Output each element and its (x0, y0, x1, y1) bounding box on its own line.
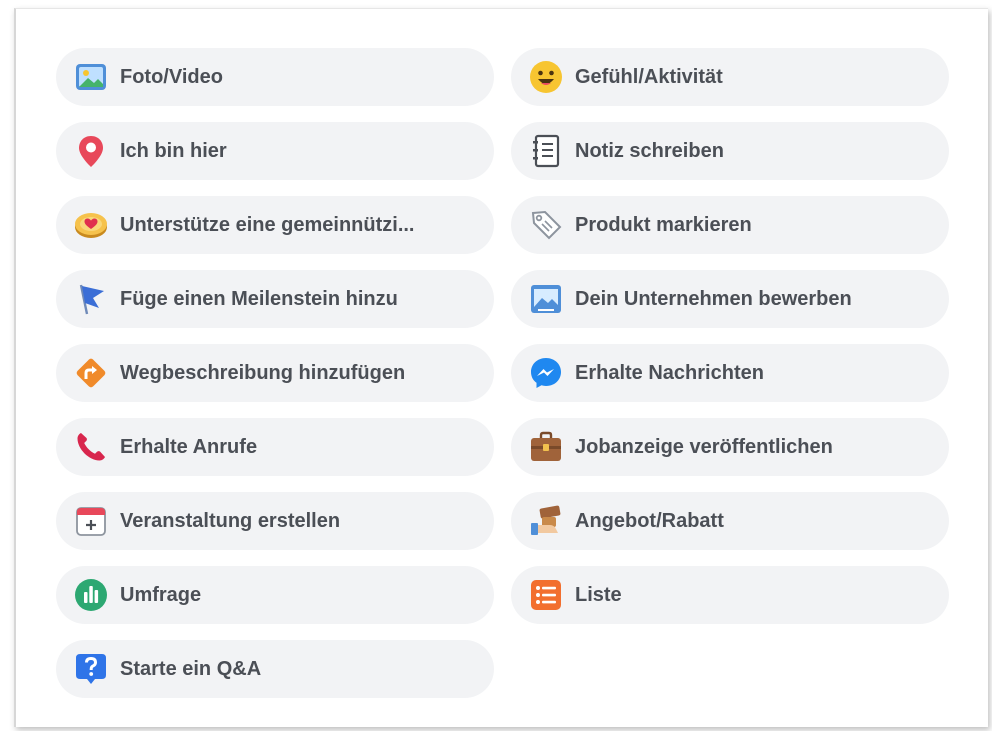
option-label: Unterstütze eine gemeinnützi... (120, 213, 415, 236)
location-pin-icon (73, 133, 109, 169)
option-check-in[interactable]: Ich bin hier (56, 122, 494, 180)
list-icon (528, 577, 564, 613)
option-label: Dein Unternehmen bewerben (575, 287, 852, 310)
heart-badge-icon (73, 207, 109, 243)
option-label: Ich bin hier (120, 139, 227, 162)
option-label: Erhalte Anrufe (120, 435, 258, 458)
option-label: Gefühl/Aktivität (575, 65, 723, 88)
option-label: Füge einen Meilenstein hinzu (120, 287, 398, 310)
option-add-directions[interactable]: Wegbeschreibung hinzufügen (56, 344, 494, 402)
option-add-milestone[interactable]: Füge einen Meilenstein hinzu (56, 270, 494, 328)
option-label: Wegbeschreibung hinzufügen (120, 361, 406, 384)
option-create-event[interactable]: Veranstaltung erstellen (56, 492, 494, 550)
question-icon (73, 651, 109, 687)
phone-icon (73, 429, 109, 465)
option-feeling-activity[interactable]: Gefühl/Aktivität (511, 48, 949, 106)
option-tag-product[interactable]: Produkt markieren (511, 196, 949, 254)
option-label: Angebot/Rabatt (575, 509, 724, 532)
option-label: Erhalte Nachrichten (575, 361, 764, 384)
option-start-qa[interactable]: Starte ein Q&A (56, 640, 494, 698)
option-photo-video[interactable]: Foto/Video (56, 48, 494, 106)
smiley-icon (528, 59, 564, 95)
directions-icon (73, 355, 109, 391)
option-offer-discount[interactable]: Angebot/Rabatt (511, 492, 949, 550)
notebook-icon (528, 133, 564, 169)
briefcase-icon (528, 429, 564, 465)
option-label: Veranstaltung erstellen (120, 509, 341, 532)
option-support-nonprofit[interactable]: Unterstütze eine gemeinnützi... (56, 196, 494, 254)
option-list[interactable]: Liste (511, 566, 949, 624)
option-label: Foto/Video (120, 65, 223, 88)
photo-icon (73, 59, 109, 95)
option-promote-business[interactable]: Dein Unternehmen bewerben (511, 270, 949, 328)
offer-icon (528, 503, 564, 539)
option-label: Starte ein Q&A (120, 657, 262, 680)
poll-icon (73, 577, 109, 613)
option-label: Jobanzeige veröffentlichen (575, 435, 833, 458)
option-label: Umfrage (120, 583, 202, 606)
options-grid: Foto/Video Gefühl/Aktivität Ich bin hier… (56, 48, 949, 698)
option-label: Produkt markieren (575, 213, 752, 236)
promote-business-icon (528, 281, 564, 317)
composer-options-panel: Foto/Video Gefühl/Aktivität Ich bin hier… (14, 8, 988, 727)
option-poll[interactable]: Umfrage (56, 566, 494, 624)
option-post-job[interactable]: Jobanzeige veröffentlichen (511, 418, 949, 476)
option-label: Liste (575, 583, 622, 606)
option-write-note[interactable]: Notiz schreiben (511, 122, 949, 180)
option-label: Notiz schreiben (575, 139, 724, 162)
calendar-icon (73, 503, 109, 539)
messenger-icon (528, 355, 564, 391)
flag-icon (73, 281, 109, 317)
option-get-calls[interactable]: Erhalte Anrufe (56, 418, 494, 476)
option-get-messages[interactable]: Erhalte Nachrichten (511, 344, 949, 402)
price-tag-icon (528, 207, 564, 243)
